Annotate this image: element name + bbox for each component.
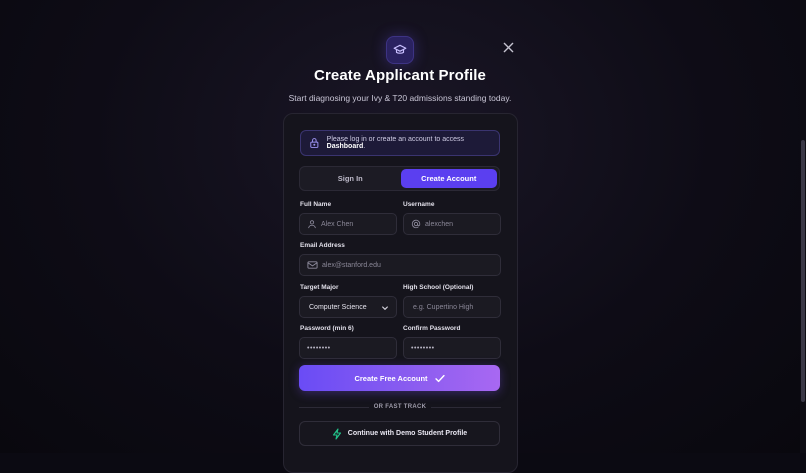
high-school-placeholder: e.g. Cupertino High <box>413 303 474 311</box>
confirm-password-input[interactable]: •••••••• <box>403 337 501 359</box>
page-title: Create Applicant Profile <box>314 67 486 84</box>
full-name-placeholder: Alex Chen <box>321 220 354 228</box>
username-label: Username <box>403 201 435 208</box>
create-free-account-button[interactable]: Create Free Account <box>299 365 500 391</box>
chevron-down-icon <box>382 306 388 310</box>
password-input[interactable]: •••••••• <box>299 337 397 359</box>
create-free-account-label: Create Free Account <box>354 373 428 383</box>
close-button[interactable] <box>499 38 517 56</box>
username-placeholder: alexchen <box>425 220 454 228</box>
username-input[interactable]: alexchen <box>403 213 501 235</box>
confirm-password-label: Confirm Password <box>403 325 461 332</box>
auth-tabs: Sign In Create Account <box>299 166 500 191</box>
divider-line-right <box>431 407 501 408</box>
graduation-cap-icon <box>386 36 414 64</box>
confirm-password-value: •••••••• <box>411 344 435 352</box>
lock-icon <box>310 138 319 148</box>
scrollbar-thumb[interactable] <box>801 140 805 402</box>
lightning-bolt-icon <box>332 427 341 440</box>
check-icon <box>434 374 445 382</box>
full-name-label: Full Name <box>300 201 332 208</box>
email-placeholder: alex@stanford.edu <box>322 261 381 269</box>
password-value: •••••••• <box>307 344 331 352</box>
mail-icon <box>307 261 318 269</box>
tab-sign-in[interactable]: Sign In <box>302 169 399 188</box>
email-input[interactable]: alex@stanford.edu <box>299 254 501 276</box>
email-label: Email Address <box>300 242 345 249</box>
login-notice: Please log in or create an account to ac… <box>300 130 500 156</box>
demo-profile-button[interactable]: Continue with Demo Student Profile <box>299 421 500 446</box>
high-school-input[interactable]: e.g. Cupertino High <box>403 296 501 318</box>
page-subtitle: Start diagnosing your Ivy & T20 admissio… <box>288 93 512 103</box>
target-major-label: Target Major <box>300 284 339 291</box>
close-icon <box>503 42 513 52</box>
notice-text: Please log in or create an account to ac… <box>326 136 465 150</box>
dashboard-link[interactable]: Dashboard <box>327 143 364 150</box>
target-major-select[interactable]: Computer Science <box>299 296 397 318</box>
at-sign-icon <box>411 219 421 229</box>
full-name-input[interactable]: Alex Chen <box>299 213 397 235</box>
target-major-value: Computer Science <box>309 303 367 311</box>
high-school-label: High School (Optional) <box>403 284 474 291</box>
scrollbar-track[interactable] <box>800 0 806 453</box>
user-icon <box>308 220 316 229</box>
password-label: Password (min 6) <box>300 325 354 332</box>
tab-create-account[interactable]: Create Account <box>400 169 497 188</box>
demo-profile-label: Continue with Demo Student Profile <box>347 430 468 437</box>
